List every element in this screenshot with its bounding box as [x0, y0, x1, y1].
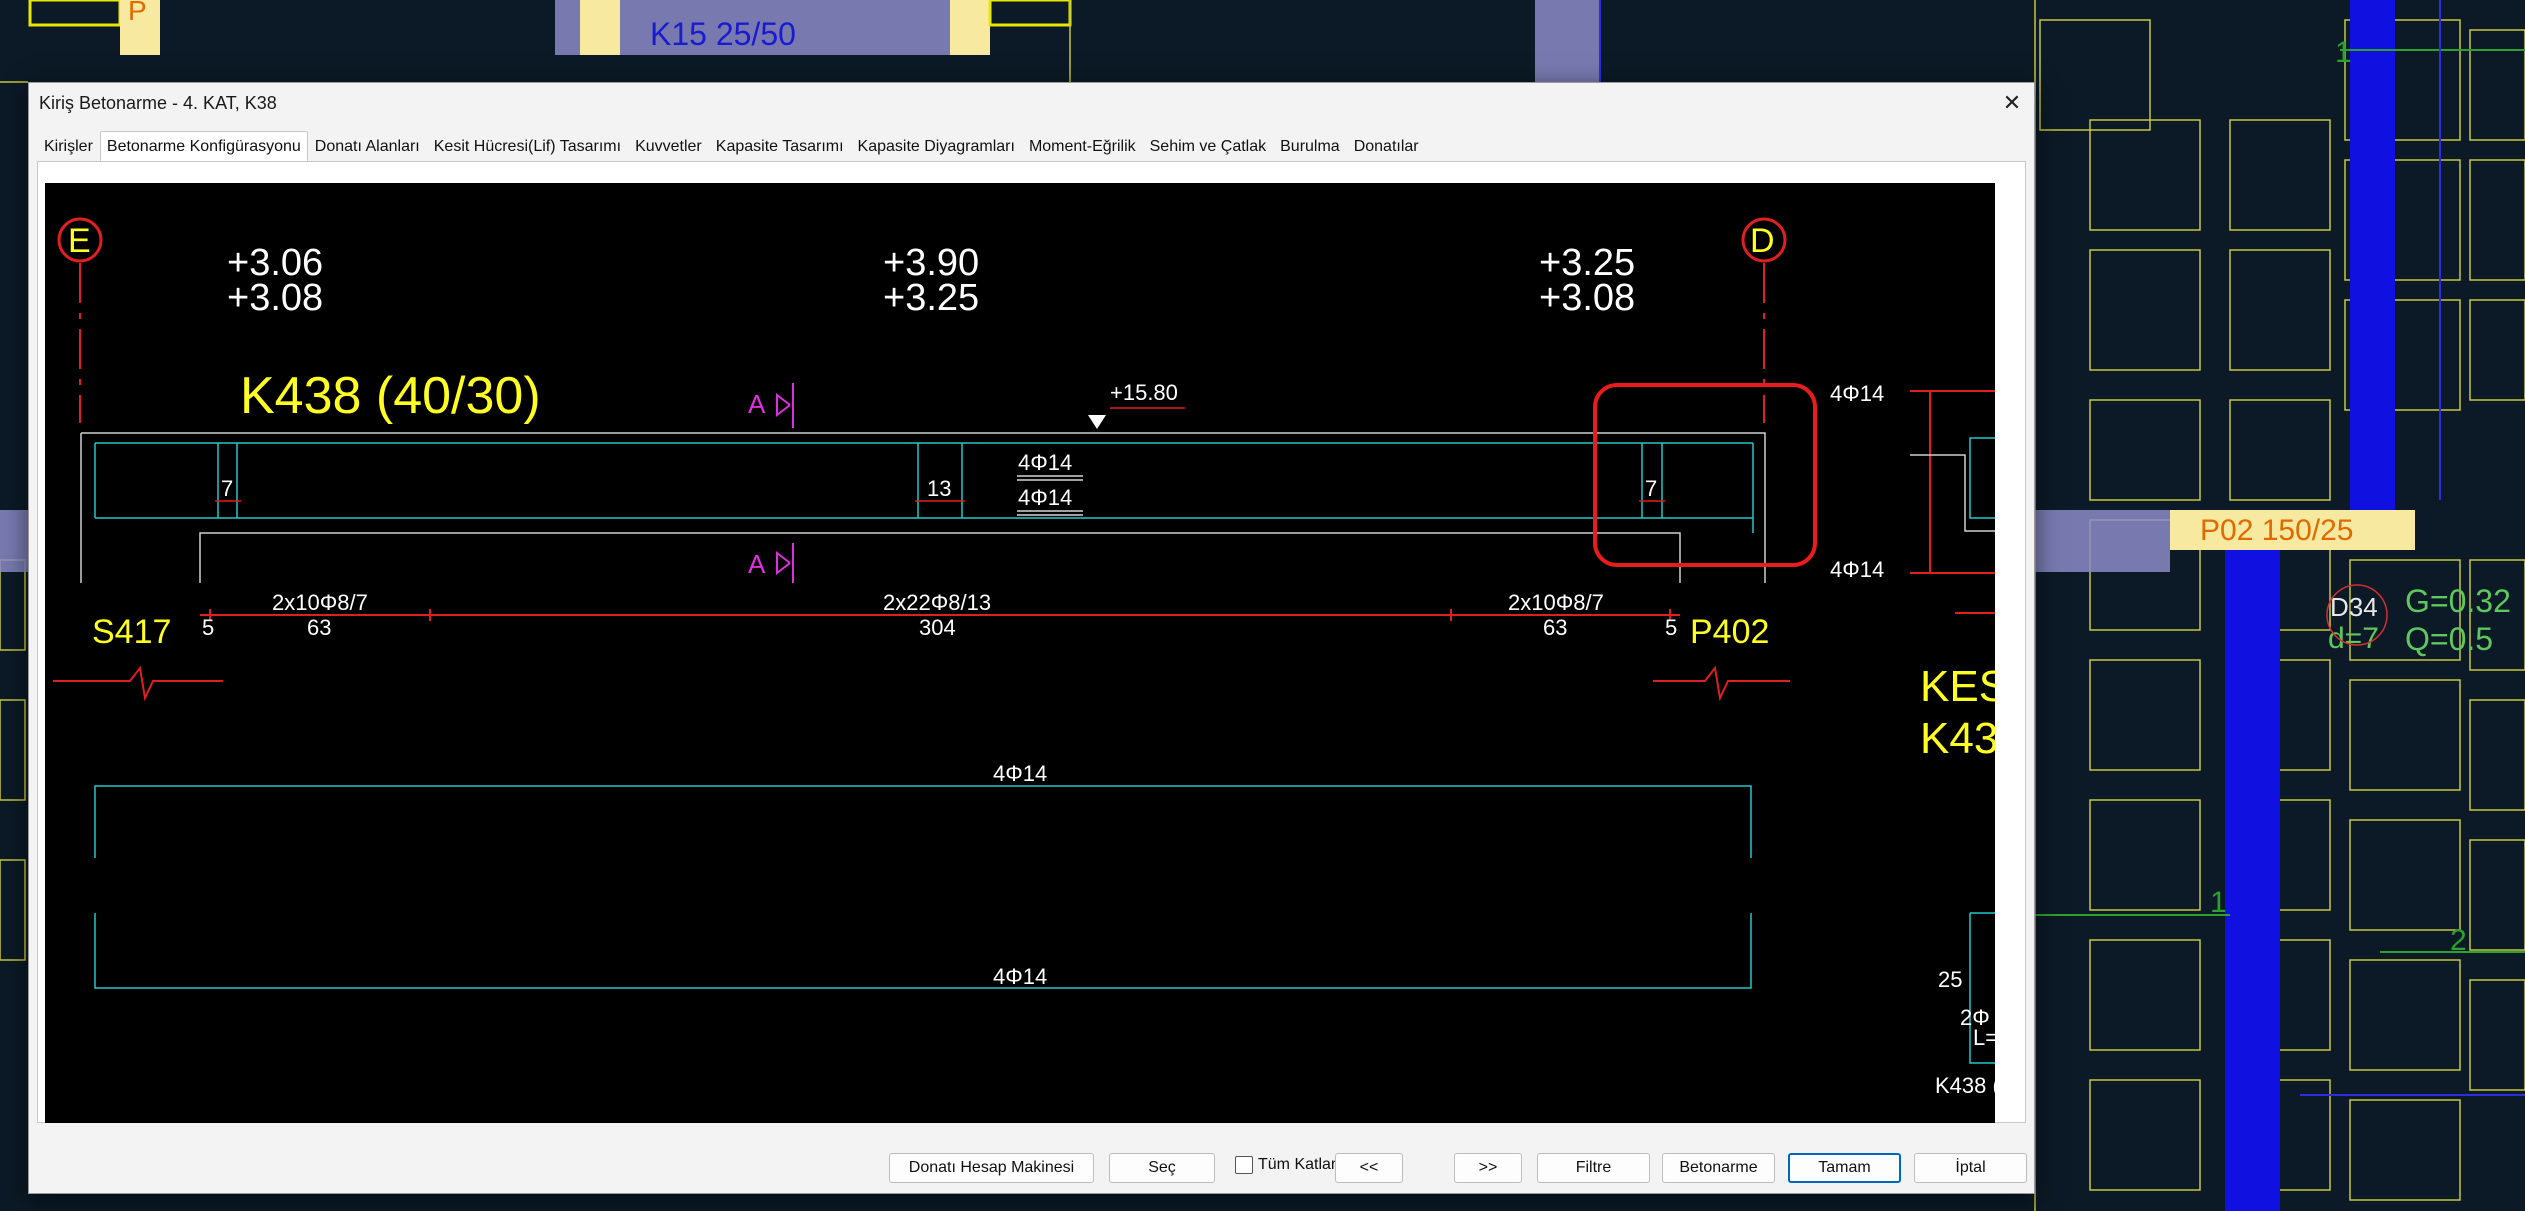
all-floors-checkbox[interactable]: Tüm Katlar	[1235, 1156, 1336, 1174]
beam-title: K438 (40/30)	[240, 367, 541, 425]
stirrup-left: 2x10Φ8/7	[272, 590, 368, 615]
select-button[interactable]: Seç	[1109, 1153, 1215, 1183]
highlight-box	[1593, 383, 1817, 567]
tab-kapasite-diyagramlari[interactable]: Kapasite Diyagramları	[851, 131, 1022, 161]
elevation-left-2: +3.08	[227, 277, 323, 319]
section-mark-top: A	[748, 389, 766, 419]
cancel-button[interactable]: İptal	[1914, 1153, 2027, 1183]
spacing-left: 7	[221, 476, 233, 501]
section-mark-bottom: A	[748, 549, 766, 579]
tab-kapasite-tasarimi[interactable]: Kapasite Tasarımı	[709, 131, 851, 161]
tab-burulma[interactable]: Burulma	[1273, 131, 1347, 161]
section-title-2: K43	[1920, 714, 1995, 763]
long-bottom-label: 4Φ14	[993, 964, 1047, 989]
support-right: P402	[1690, 613, 1769, 651]
d-label: d=7	[2328, 622, 2379, 655]
rebar-right-bottom: 4Φ14	[1830, 557, 1884, 582]
level-label: +15.80	[1110, 380, 1178, 405]
stirrup-right: 2x10Φ8/7	[1508, 590, 1604, 615]
rebar-right-top: 4Φ14	[1830, 381, 1884, 406]
filter-button[interactable]: Filtre	[1537, 1153, 1650, 1183]
top-bars-label: 4Φ14	[1018, 450, 1072, 475]
offset-right: 5	[1665, 615, 1677, 640]
section-length: L=	[1973, 1025, 1995, 1050]
spacing-mid: 13	[927, 476, 951, 501]
stirrup-left-length: 63	[307, 615, 331, 640]
section-name: K438 (	[1935, 1073, 1995, 1098]
beam-concrete-dialog: Kiriş Betonarme - 4. KAT, K38 ✕ Kirişler…	[28, 82, 2035, 1194]
p02-label: P02 150/25	[2200, 514, 2353, 547]
g-label: G=0.32	[2405, 583, 2511, 619]
bottom-bars-label: 4Φ14	[1018, 485, 1072, 510]
k15-label: K15 25/50	[650, 16, 796, 52]
stirrup-mid-length: 304	[919, 615, 956, 640]
rebar-calculator-button[interactable]: Donatı Hesap Makinesi	[889, 1153, 1094, 1183]
elevation-mid-2: +3.25	[883, 277, 979, 319]
close-icon[interactable]: ✕	[1996, 87, 2028, 119]
dialog-button-bar: Donatı Hesap Makinesi Seç Tüm Katlar << …	[29, 1143, 2034, 1183]
section-title-1: KES	[1920, 662, 1995, 711]
tab-kuvvetler[interactable]: Kuvvetler	[628, 131, 709, 161]
concrete-button[interactable]: Betonarme	[1662, 1153, 1775, 1183]
tab-moment-egrilik[interactable]: Moment-Eğrilik	[1022, 131, 1143, 161]
support-left: S417	[92, 613, 171, 651]
beam-drawing-canvas[interactable]: E D +3.06 +3.08 +3.90 +3.25 +3.25 +3.08 …	[45, 183, 1995, 1123]
elevation-right-2: +3.08	[1539, 277, 1635, 319]
q-label: Q=0.5	[2405, 621, 2493, 657]
axis-label-right: D	[1750, 222, 1775, 260]
prev-button[interactable]: <<	[1335, 1153, 1403, 1183]
next-button[interactable]: >>	[1454, 1153, 1522, 1183]
offset-left: 5	[202, 615, 214, 640]
all-floors-label: Tüm Katlar	[1258, 1156, 1337, 1173]
dialog-title: Kiriş Betonarme - 4. KAT, K38	[39, 93, 277, 113]
tab-sehim-catlak[interactable]: Sehim ve Çatlak	[1143, 131, 1274, 161]
tab-donatilar[interactable]: Donatılar	[1347, 131, 1426, 161]
section-dim-25: 25	[1938, 967, 1962, 992]
beam-drawing-svg: E D +3.06 +3.08 +3.90 +3.25 +3.25 +3.08 …	[53, 217, 1995, 1098]
checkbox-box[interactable]	[1235, 1156, 1253, 1174]
tab-donati-alanlari[interactable]: Donatı Alanları	[308, 131, 427, 161]
tab-kesit-hucresi[interactable]: Kesit Hücresi(Lif) Tasarımı	[427, 131, 628, 161]
grid-num-1: 1	[2335, 36, 2352, 69]
spacing-right: 7	[1645, 476, 1657, 501]
ok-button[interactable]: Tamam	[1788, 1153, 1901, 1183]
grid-num-1b: 1	[2210, 886, 2227, 919]
stirrup-right-length: 63	[1543, 615, 1567, 640]
d34-label: D34	[2330, 592, 2378, 622]
long-top-label: 4Φ14	[993, 761, 1047, 786]
grid-num-2: 2	[2450, 924, 2467, 957]
p-label-1: P	[128, 0, 147, 26]
axis-label-left: E	[68, 222, 91, 260]
tab-bar: Kirişler Betonarme Konfigürasyonu Donatı…	[37, 131, 2026, 161]
tab-kirisler[interactable]: Kirişler	[37, 131, 100, 161]
dialog-titlebar[interactable]: Kiriş Betonarme - 4. KAT, K38 ✕	[29, 83, 2034, 123]
stirrup-mid: 2x22Φ8/13	[883, 590, 991, 615]
tab-betonarme-konfigurasyonu[interactable]: Betonarme Konfigürasyonu	[99, 131, 308, 161]
